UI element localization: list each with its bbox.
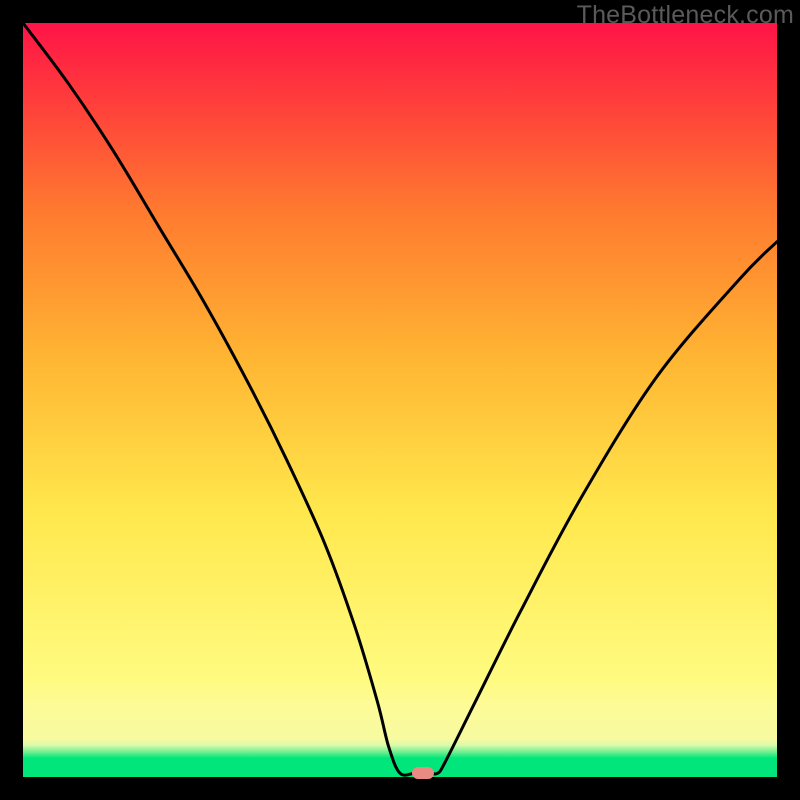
brand-watermark: TheBottleneck.com (577, 1, 794, 30)
chart-frame: TheBottleneck.com (0, 0, 800, 800)
optimal-point-marker (412, 767, 434, 779)
plot-area (23, 23, 777, 777)
bottleneck-curve (23, 23, 777, 775)
curve-svg (23, 23, 777, 777)
